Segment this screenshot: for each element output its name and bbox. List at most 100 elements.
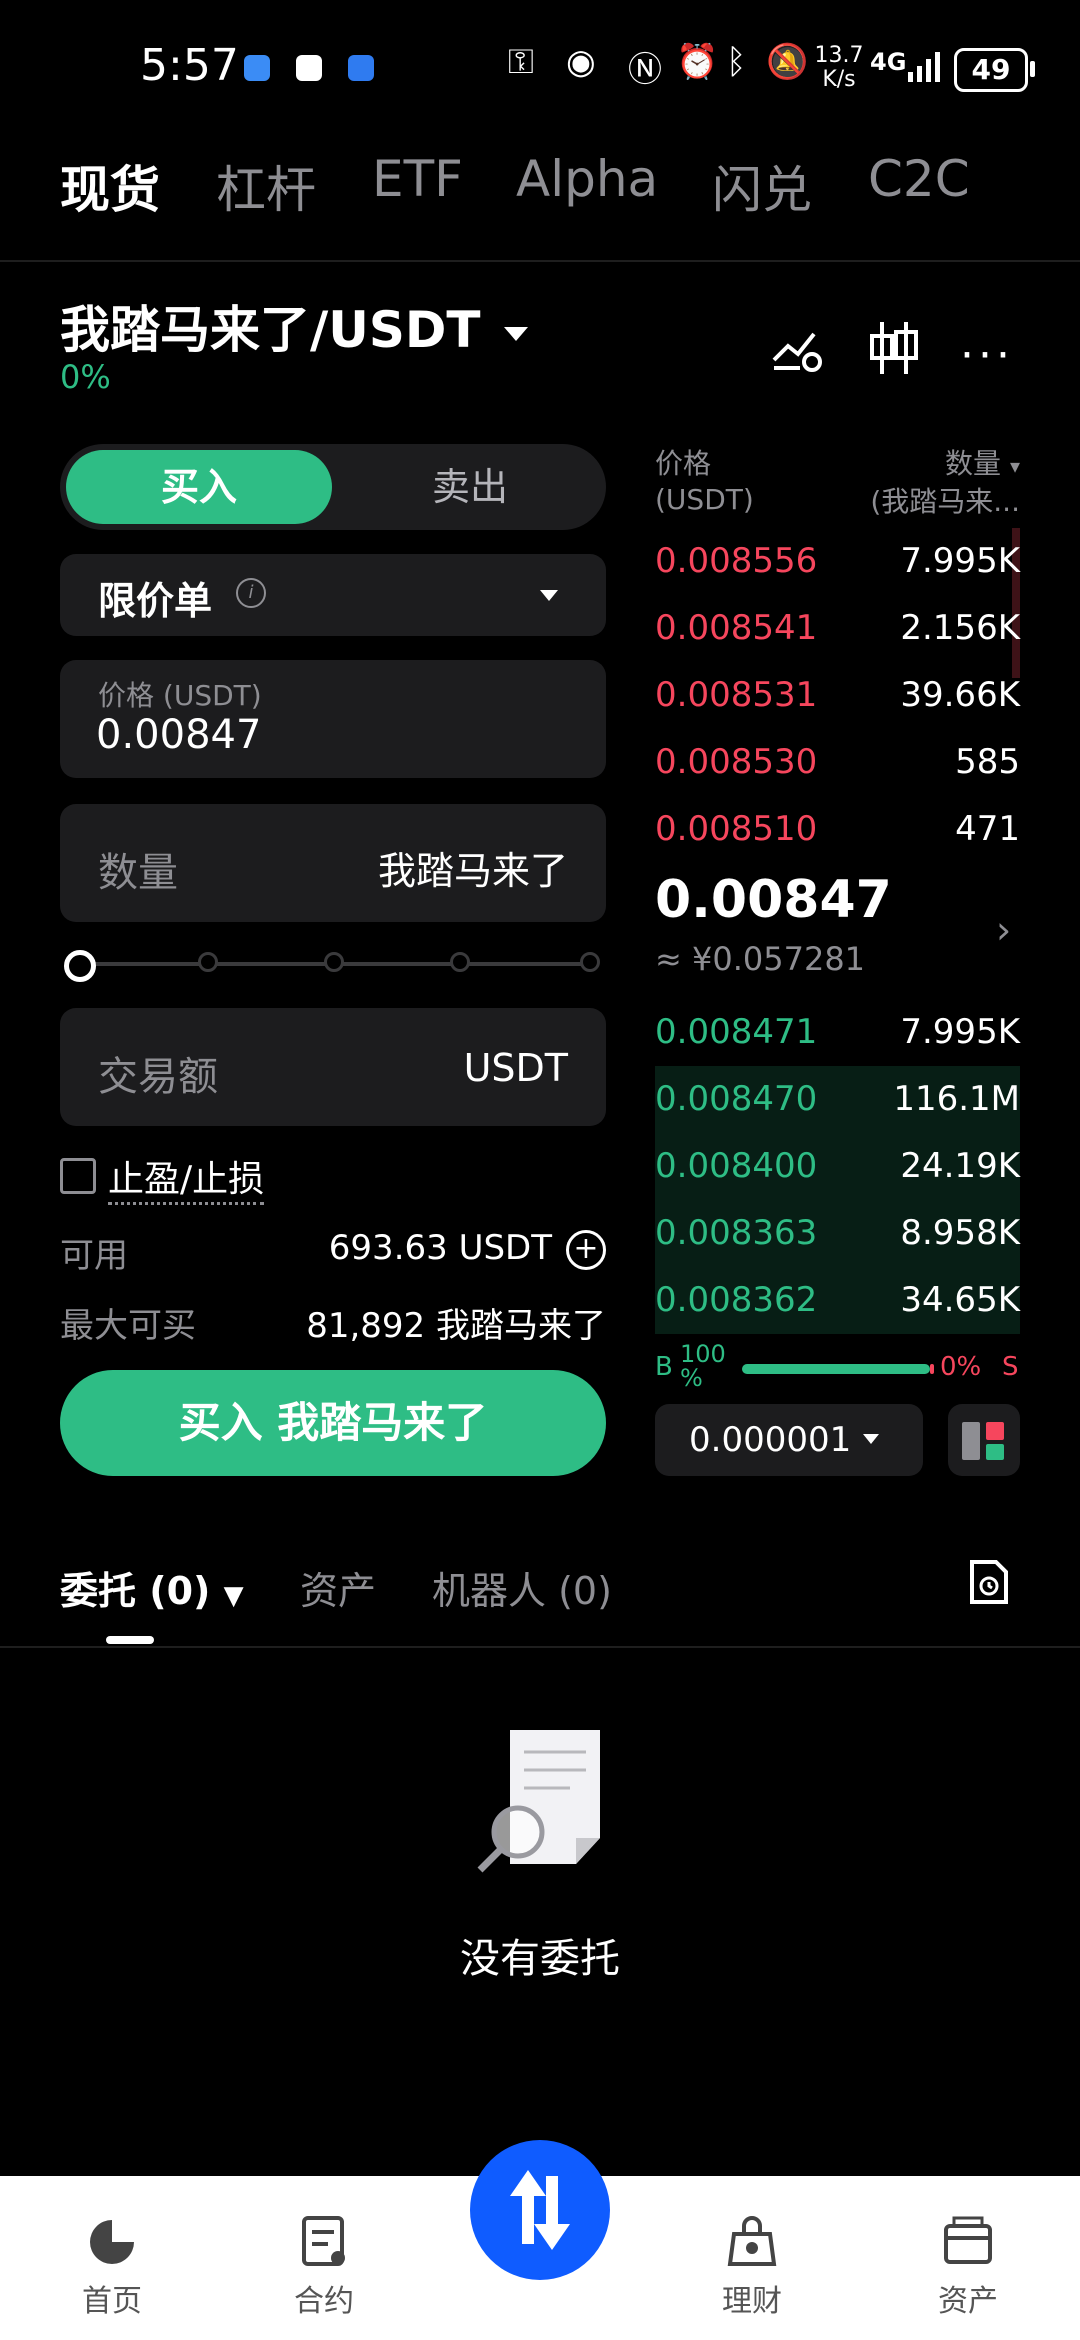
price-header-label: 价格 (655, 447, 712, 480)
eye-icon: ◉ (566, 42, 596, 82)
last-price[interactable]: 0.00847 (655, 870, 892, 930)
tp-sl-checkbox[interactable] (60, 1158, 96, 1194)
ask-row[interactable]: 0.008530 585 (655, 729, 1020, 796)
qty-header-label: 数量 (945, 447, 1002, 480)
swap-arrows-icon (510, 2170, 570, 2250)
bid-row[interactable]: 0.008363 8.958K (655, 1200, 1020, 1267)
status-bar: 5:57 ⚿ ◉ Ⓝ ⏰ ᛒ 🔕 13.7 K/s 4G 49 (0, 0, 1080, 130)
buy-ratio-bar (742, 1364, 930, 1374)
bid-qty: 34.65K (900, 1280, 1020, 1320)
tab-spot[interactable]: 现货 (60, 150, 160, 222)
quantity-field[interactable]: 数量 我踏马来了 (60, 804, 606, 922)
ask-row[interactable]: 0.008510 471 (655, 796, 1020, 863)
chevron-down-icon: ▾ (1009, 454, 1020, 478)
market-tabs: 现货 杠杆 ETF Alpha 闪兑 C2C (0, 150, 1080, 262)
orderbook-qty-header[interactable]: 数量 ▾ (我踏马来... (870, 446, 1020, 520)
tp-sl-label[interactable]: 止盈/止损 (108, 1150, 265, 1205)
price-label: 价格 (USDT) (98, 679, 262, 712)
add-funds-icon[interactable]: + (566, 1230, 606, 1270)
tab-convert[interactable]: 闪兑 (712, 150, 812, 222)
status-time: 5:57 (140, 40, 239, 91)
nav-home[interactable]: 首页 (32, 2276, 192, 2320)
buy-tab-button[interactable]: 买入 (66, 450, 332, 524)
tab-underline (106, 1636, 154, 1644)
ask-row[interactable]: 0.008556 7.995K (655, 528, 1020, 595)
nav-assets[interactable]: 资产 (888, 2276, 1048, 2320)
trade-amount-input[interactable]: 交易额 (98, 1044, 218, 1102)
earn-icon[interactable] (724, 2214, 780, 2270)
ask-row[interactable]: 0.008531 39.66K (655, 662, 1020, 729)
tab-margin[interactable]: 杠杆 (216, 150, 316, 222)
ask-row[interactable]: 0.008541 2.156K (655, 595, 1020, 662)
trade-amount-field[interactable]: 交易额 USDT (60, 1008, 606, 1126)
tab-orders[interactable]: 委托 (0) ▼ (60, 1560, 244, 1615)
tab-c2c[interactable]: C2C (868, 150, 970, 208)
home-icon[interactable] (84, 2214, 140, 2270)
candlestick-chart-icon[interactable] (868, 318, 920, 378)
sell-tab-button[interactable]: 卖出 (340, 450, 600, 524)
nav-contract[interactable]: 合约 (244, 2276, 404, 2320)
slider-handle[interactable] (64, 950, 96, 982)
qq-icon (296, 55, 322, 81)
chevron-down-icon (540, 590, 558, 601)
nav-earn[interactable]: 理财 (672, 2276, 832, 2320)
info-icon[interactable]: i (236, 578, 266, 608)
wifi-app-icon (348, 55, 374, 81)
slider-stop-100[interactable] (580, 952, 600, 972)
ask-qty: 585 (955, 742, 1020, 782)
sell-ratio-bar (930, 1364, 934, 1374)
available-label: 可用 (60, 1236, 128, 1276)
bid-row[interactable]: 0.008471 7.995K (655, 999, 1020, 1066)
price-field[interactable]: 价格 (USDT) 0.00847 (60, 660, 606, 778)
bid-price: 0.008363 (655, 1213, 818, 1253)
slider-stop-75[interactable] (450, 952, 470, 972)
tab-assets[interactable]: 资产 (300, 1560, 376, 1615)
slider-stop-25[interactable] (198, 952, 218, 972)
battery-icon: 49 (954, 48, 1035, 92)
order-type-select[interactable]: 限价单 i (60, 554, 606, 636)
tab-etf[interactable]: ETF (372, 150, 463, 208)
wallet-icon[interactable] (940, 2214, 996, 2270)
pair-selector[interactable]: 我踏马来了/USDT (60, 290, 529, 362)
bid-qty: 8.958K (900, 1213, 1020, 1253)
price-alert-icon[interactable] (770, 320, 826, 376)
submit-buy-button[interactable]: 买入 我踏马来了 (60, 1370, 606, 1476)
orderbook-price-header: 价格 (USDT) (655, 446, 754, 518)
chevron-down-icon (863, 1434, 879, 1444)
ask-qty: 471 (955, 809, 1020, 849)
tab-alpha[interactable]: Alpha (516, 150, 658, 208)
qty-header-unit: (我踏马来... (870, 485, 1020, 518)
available-value: 693.63 USDT (328, 1228, 552, 1268)
price-step-select[interactable]: 0.000001 (655, 1404, 923, 1476)
app-notification-icon (244, 55, 270, 81)
chevron-right-icon[interactable]: › (996, 908, 1011, 952)
more-icon[interactable]: ··· (960, 330, 1014, 381)
ask-price: 0.008531 (655, 675, 818, 715)
bid-price: 0.008471 (655, 1012, 818, 1052)
bid-row[interactable]: 0.008470 116.1M (655, 1066, 1020, 1133)
sell-ratio-value: 0% (940, 1352, 982, 1382)
orderbook-layout-button[interactable] (948, 1404, 1020, 1476)
contract-icon[interactable] (298, 2214, 350, 2270)
bid-price: 0.008400 (655, 1146, 818, 1186)
bid-price: 0.008362 (655, 1280, 818, 1320)
trade-fab-button[interactable] (470, 2140, 610, 2280)
chevron-down-icon (504, 326, 529, 341)
bid-row[interactable]: 0.008362 34.65K (655, 1267, 1020, 1334)
bluetooth-icon: ᛒ (726, 42, 747, 82)
bid-qty: 7.995K (900, 1012, 1020, 1052)
bid-row[interactable]: 0.008400 24.19K (655, 1133, 1020, 1200)
price-input[interactable]: 0.00847 (96, 712, 261, 758)
price-header-unit: (USDT) (655, 483, 754, 516)
slider-stop-50[interactable] (324, 952, 344, 972)
quantity-unit: 我踏马来了 (377, 849, 568, 893)
quantity-input[interactable]: 数量 (98, 840, 178, 898)
buy-ratio-value: 100 % (680, 1340, 726, 1392)
order-history-icon[interactable] (968, 1558, 1010, 1606)
layout-icon (962, 1422, 1004, 1460)
ask-price: 0.008556 (655, 541, 818, 581)
tab-bots[interactable]: 机器人 (0) (432, 1560, 612, 1615)
nfc-icon: Ⓝ (628, 50, 662, 90)
last-price-cny: ≈ ¥0.057281 (655, 940, 866, 978)
empty-document-icon (474, 1728, 606, 1878)
